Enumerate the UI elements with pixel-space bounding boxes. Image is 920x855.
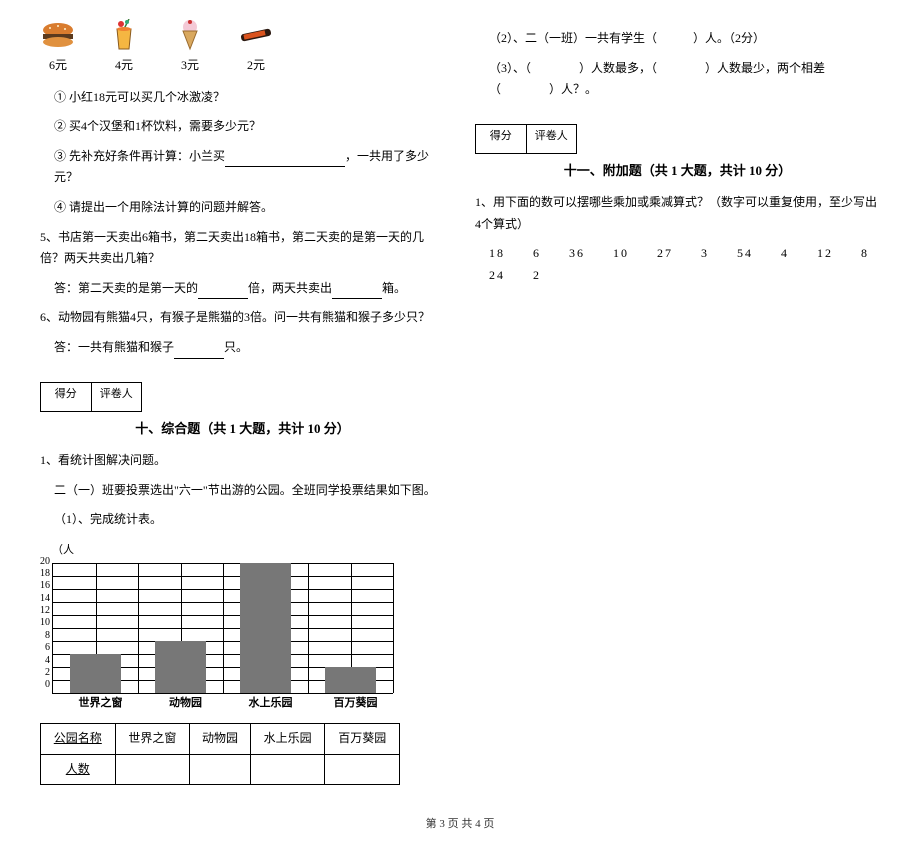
item-burger: 6元 [40, 20, 76, 77]
icecream-icon [172, 20, 208, 50]
s11-q1: 1、用下面的数可以摆哪些乘加或乘减算式？（数字可以重复使用，至少写出4个算式） [475, 192, 880, 235]
question-5-answer: 答：第二天卖的是第一天的 倍，两天共卖出 箱。 [54, 278, 445, 300]
s10-q1: 1、看统计图解决问题。 [40, 450, 445, 472]
right-column: （2）、二（一班）一共有学生（ ）人。（2分） （3）、（ ）人数最多，（ ）人… [475, 20, 880, 785]
y-axis-label: （人 [52, 541, 445, 561]
page-content: 6元 4元 3元 2元 ① 小红18元可以买几个冰激凌？ [40, 20, 880, 785]
q5-ans-c: 箱。 [382, 281, 406, 295]
item-icecream: 3元 [172, 20, 208, 77]
plot-area [52, 563, 393, 694]
table-row-header: 公园名称 世界之窗 动物园 水上乐园 百万葵园 [41, 724, 400, 755]
x-labels: 世界之窗 动物园 水上乐园 百万葵园 [58, 694, 398, 714]
bars [53, 563, 393, 693]
th-count: 人数 [41, 754, 116, 785]
price-chocolate: 2元 [247, 55, 265, 77]
th-name: 公园名称 [41, 724, 116, 755]
r-q3: （3）、（ ）人数最多，（ ）人数最少，两个相差（ ）人？。 [489, 58, 880, 101]
bar-3 [325, 667, 376, 693]
question-1: ① 小红18元可以买几个冰激凌？ [54, 87, 445, 109]
items-row: 6元 4元 3元 2元 [40, 20, 445, 77]
question-4: ④ 请提出一个用除法计算的问题并解答。 [54, 197, 445, 219]
blank-q5-2 [332, 284, 382, 299]
question-2: ② 买4个汉堡和1杯饮料，需要多少元？ [54, 116, 445, 138]
question-6: 6、动物园有熊猫4只，有猴子是熊猫的3倍。问一共有熊猫和猴子多少只？ [40, 307, 445, 329]
price-burger: 6元 [49, 55, 67, 77]
page-footer: 第 3 页 共 4 页 [40, 815, 880, 835]
grader-label-r: 评卷人 [527, 125, 577, 153]
q6-ans-a: 答：一共有熊猫和猴子 [54, 340, 174, 354]
q5-ans-a: 答：第二天卖的是第一天的 [54, 281, 198, 295]
score-label: 得分 [41, 383, 92, 411]
question-5: 5、书店第一天卖出6箱书，第二天卖出18箱书，第二天卖的是第一天的几倍？两天共卖… [40, 227, 445, 270]
numbers-row: 18 6 36 10 27 3 54 4 12 8 24 2 [489, 243, 880, 286]
question-3: ③ 先补充好条件再计算：小兰买，一共用了多少元？ [54, 146, 445, 189]
score-box-10: 得分 评卷人 [40, 382, 142, 412]
y-ticks: 20 18 16 14 12 10 8 6 4 2 0 [40, 563, 52, 693]
q3-part-a: ③ 先补充好条件再计算：小兰买 [54, 149, 225, 163]
r-q2: （2）、二（一班）一共有学生（ ）人。（2分） [489, 28, 880, 50]
item-chocolate: 2元 [238, 20, 274, 77]
s10-q1-1: （1）、完成统计表。 [54, 509, 445, 531]
burger-icon [40, 20, 76, 50]
item-drink: 4元 [106, 20, 142, 77]
bar-1 [155, 641, 206, 693]
score-box-11: 得分 评卷人 [475, 124, 577, 154]
q6-ans-b: 只。 [224, 340, 248, 354]
section-10-title: 十、综合题（共 1 大题，共计 10 分） [40, 417, 445, 440]
price-icecream: 3元 [181, 55, 199, 77]
bar-chart: （人 20 18 16 14 12 10 8 6 4 2 0 [40, 541, 445, 714]
score-label-r: 得分 [476, 125, 527, 153]
data-table: 公园名称 世界之窗 动物园 水上乐园 百万葵园 人数 [40, 723, 400, 785]
q5-ans-b: 倍，两天共卖出 [248, 281, 332, 295]
drink-icon [106, 20, 142, 50]
bar-2 [240, 563, 291, 693]
grader-label: 评卷人 [92, 383, 142, 411]
left-column: 6元 4元 3元 2元 ① 小红18元可以买几个冰激凌？ [40, 20, 445, 785]
price-drink: 4元 [115, 55, 133, 77]
section-11-title: 十一、附加题（共 1 大题，共计 10 分） [475, 159, 880, 182]
bar-0 [70, 654, 121, 693]
blank-q3 [225, 152, 345, 167]
blank-q5-1 [198, 284, 248, 299]
chocolate-icon [238, 20, 274, 50]
question-6-answer: 答：一共有熊猫和猴子 只。 [54, 337, 445, 359]
blank-q6 [174, 344, 224, 359]
table-row-count: 人数 [41, 754, 400, 785]
s10-q1-desc: 二（一）班要投票选出"六一"节出游的公园。全班同学投票结果如下图。 [54, 480, 445, 502]
